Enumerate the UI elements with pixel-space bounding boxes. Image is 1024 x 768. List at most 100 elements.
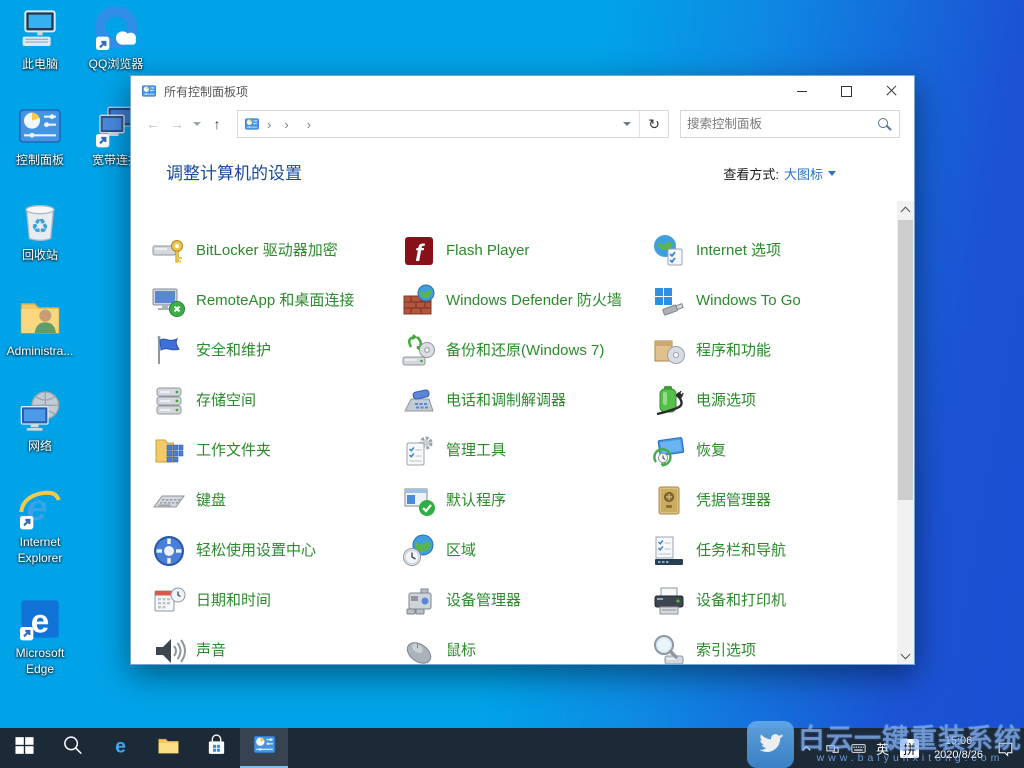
devices-printers-icon <box>651 583 687 619</box>
refresh-icon[interactable] <box>639 111 668 137</box>
view-by-value[interactable]: 大图标 <box>784 164 823 183</box>
up-button[interactable] <box>205 116 229 132</box>
cp-item-internet-options[interactable]: Internet 选项 <box>651 233 901 269</box>
tray-expand-icon[interactable] <box>793 728 819 768</box>
cp-item-label: 声音 <box>196 642 226 659</box>
taskbar-app-control-panel[interactable] <box>240 728 288 768</box>
minimize-button[interactable] <box>779 76 824 106</box>
cp-item-label: 键盘 <box>196 492 226 509</box>
cp-item-label: BitLocker 驱动器加密 <box>196 242 338 259</box>
taskbar-app-start-button[interactable] <box>0 728 48 768</box>
desktop-icon-user-folder[interactable]: Administra... <box>2 293 78 360</box>
cp-item-phone-modem[interactable]: 电话和调制解调器 <box>401 383 651 419</box>
maximize-icon <box>841 86 852 97</box>
breadcrumb <box>275 117 615 132</box>
backup-restore-icon <box>401 333 437 369</box>
desktop-icon-microsoft-edge[interactable]: e Microsoft Edge <box>2 595 78 677</box>
forward-button[interactable] <box>165 116 189 132</box>
taskbar: e 英 拼 15:06 2020/8/26 <box>0 728 1024 768</box>
desktop-icon-recycle-bin[interactable]: ♻ 回收站 <box>2 197 78 264</box>
scroll-up-button[interactable] <box>897 201 914 218</box>
cp-item-programs-features[interactable]: 程序和功能 <box>651 333 901 369</box>
action-center-icon[interactable] <box>992 728 1018 768</box>
this-pc-icon <box>16 6 64 54</box>
cp-item-windows-to-go[interactable]: Windows To Go <box>651 283 901 319</box>
cp-item-taskbar-nav[interactable]: 任务栏和导航 <box>651 533 901 569</box>
touch-keyboard-icon[interactable] <box>845 728 871 768</box>
cp-item-storage-spaces[interactable]: 存储空间 <box>151 383 401 419</box>
desktop-icon-internet-explorer[interactable]: e Internet Explorer <box>2 484 78 566</box>
keyboard-icon <box>151 483 187 519</box>
maximize-button[interactable] <box>824 76 869 106</box>
taskbar-app-search-button[interactable] <box>48 728 96 768</box>
ime-language-badge[interactable]: 英 <box>871 739 894 758</box>
cp-item-label: 备份和还原(Windows 7) <box>446 342 604 359</box>
cp-item-credential-manager[interactable]: 凭据管理器 <box>651 483 901 519</box>
cp-item-default-programs[interactable]: 默认程序 <box>401 483 651 519</box>
window-content: 调整计算机的设置 查看方式: 大图标 BitLocker 驱动器加密 f Fla… <box>131 142 914 664</box>
bitlocker-icon <box>151 233 187 269</box>
search-input[interactable] <box>681 117 877 131</box>
cp-item-keyboard[interactable]: 键盘 <box>151 483 401 519</box>
cp-item-region[interactable]: 区域 <box>401 533 651 569</box>
scrollbar-thumb[interactable] <box>898 220 913 500</box>
default-programs-icon <box>401 483 437 519</box>
cp-item-flash-player[interactable]: f Flash Player <box>401 233 651 269</box>
scroll-down-button[interactable] <box>897 647 914 664</box>
programs-features-icon <box>651 333 687 369</box>
cp-item-indexing-options[interactable]: 索引选项 <box>651 633 901 664</box>
cp-item-work-folders[interactable]: 工作文件夹 <box>151 433 401 469</box>
cp-item-sound[interactable]: 声音 <box>151 633 401 664</box>
chevron-down-icon[interactable] <box>828 171 836 176</box>
cp-item-bitlocker[interactable]: BitLocker 驱动器加密 <box>151 233 401 269</box>
taskbar-app-microsoft-store[interactable] <box>192 728 240 768</box>
cp-item-label: 管理工具 <box>446 442 506 459</box>
cp-item-security-maintenance[interactable]: 安全和维护 <box>151 333 401 369</box>
desktop-icon-column-1: 此电脑 控制面板 ♻ 回收站 Administra... 网络 e Intern… <box>2 6 78 706</box>
cp-item-devices-printers[interactable]: 设备和打印机 <box>651 583 901 619</box>
cp-item-label: 工作文件夹 <box>196 442 271 459</box>
storage-spaces-icon <box>151 383 187 419</box>
cp-item-label: 安全和维护 <box>196 342 271 359</box>
desktop-icon-control-panel[interactable]: 控制面板 <box>2 102 78 169</box>
breadcrumb-item-[interactable] <box>298 117 320 132</box>
window-controls <box>779 76 914 106</box>
desktop-icon-label: Microsoft Edge <box>2 646 78 677</box>
ease-of-access-icon <box>151 533 187 569</box>
cp-item-power-options[interactable]: 电源选项 <box>651 383 901 419</box>
taskbar-app-file-explorer[interactable] <box>144 728 192 768</box>
qq-browser-icon <box>92 6 140 54</box>
back-button[interactable] <box>141 116 165 132</box>
cp-item-defender-firewall[interactable]: Windows Defender 防火墙 <box>401 283 651 319</box>
cp-item-device-manager[interactable]: 设备管理器 <box>401 583 651 619</box>
cp-item-date-time[interactable]: 日期和时间 <box>151 583 401 619</box>
address-bar[interactable] <box>237 110 669 138</box>
cp-item-ease-of-access[interactable]: 轻松使用设置中心 <box>151 533 401 569</box>
cp-item-label: 设备和打印机 <box>696 592 786 609</box>
tray-network-icon[interactable] <box>819 728 845 768</box>
tray-time: 15:06 <box>934 734 983 748</box>
cp-item-mouse[interactable]: 鼠标 <box>401 633 651 664</box>
clock[interactable]: 15:06 2020/8/26 <box>925 734 992 763</box>
breadcrumb-item-[interactable] <box>275 117 297 132</box>
scrollbar[interactable] <box>897 201 914 664</box>
cp-item-remoteapp[interactable]: RemoteApp 和桌面连接 <box>151 283 401 319</box>
start-icon <box>12 733 37 763</box>
close-button[interactable] <box>869 76 914 106</box>
desktop-icon-label: 回收站 <box>22 248 58 264</box>
recent-pages-dropdown-icon[interactable] <box>193 122 201 126</box>
ime-pinyin-badge[interactable]: 拼 <box>900 739 919 758</box>
chevron-down-icon <box>901 649 911 659</box>
cp-item-admin-tools[interactable]: 管理工具 <box>401 433 651 469</box>
desktop-icon-qq-browser[interactable]: QQ浏览器 <box>78 6 154 73</box>
taskbar-app-edge[interactable]: e <box>96 728 144 768</box>
desktop: 此电脑 控制面板 ♻ 回收站 Administra... 网络 e Intern… <box>0 0 1024 768</box>
desktop-icon-label: QQ浏览器 <box>89 57 144 73</box>
cp-item-backup-restore[interactable]: 备份和还原(Windows 7) <box>401 333 651 369</box>
titlebar[interactable]: 所有控制面板项 <box>131 76 914 106</box>
address-dropdown-icon[interactable] <box>623 122 631 126</box>
desktop-icon-network[interactable]: 网络 <box>2 388 78 455</box>
desktop-icon-this-pc[interactable]: 此电脑 <box>2 6 78 73</box>
flash-player-icon: f <box>401 233 437 269</box>
cp-item-recovery[interactable]: 恢复 <box>651 433 901 469</box>
